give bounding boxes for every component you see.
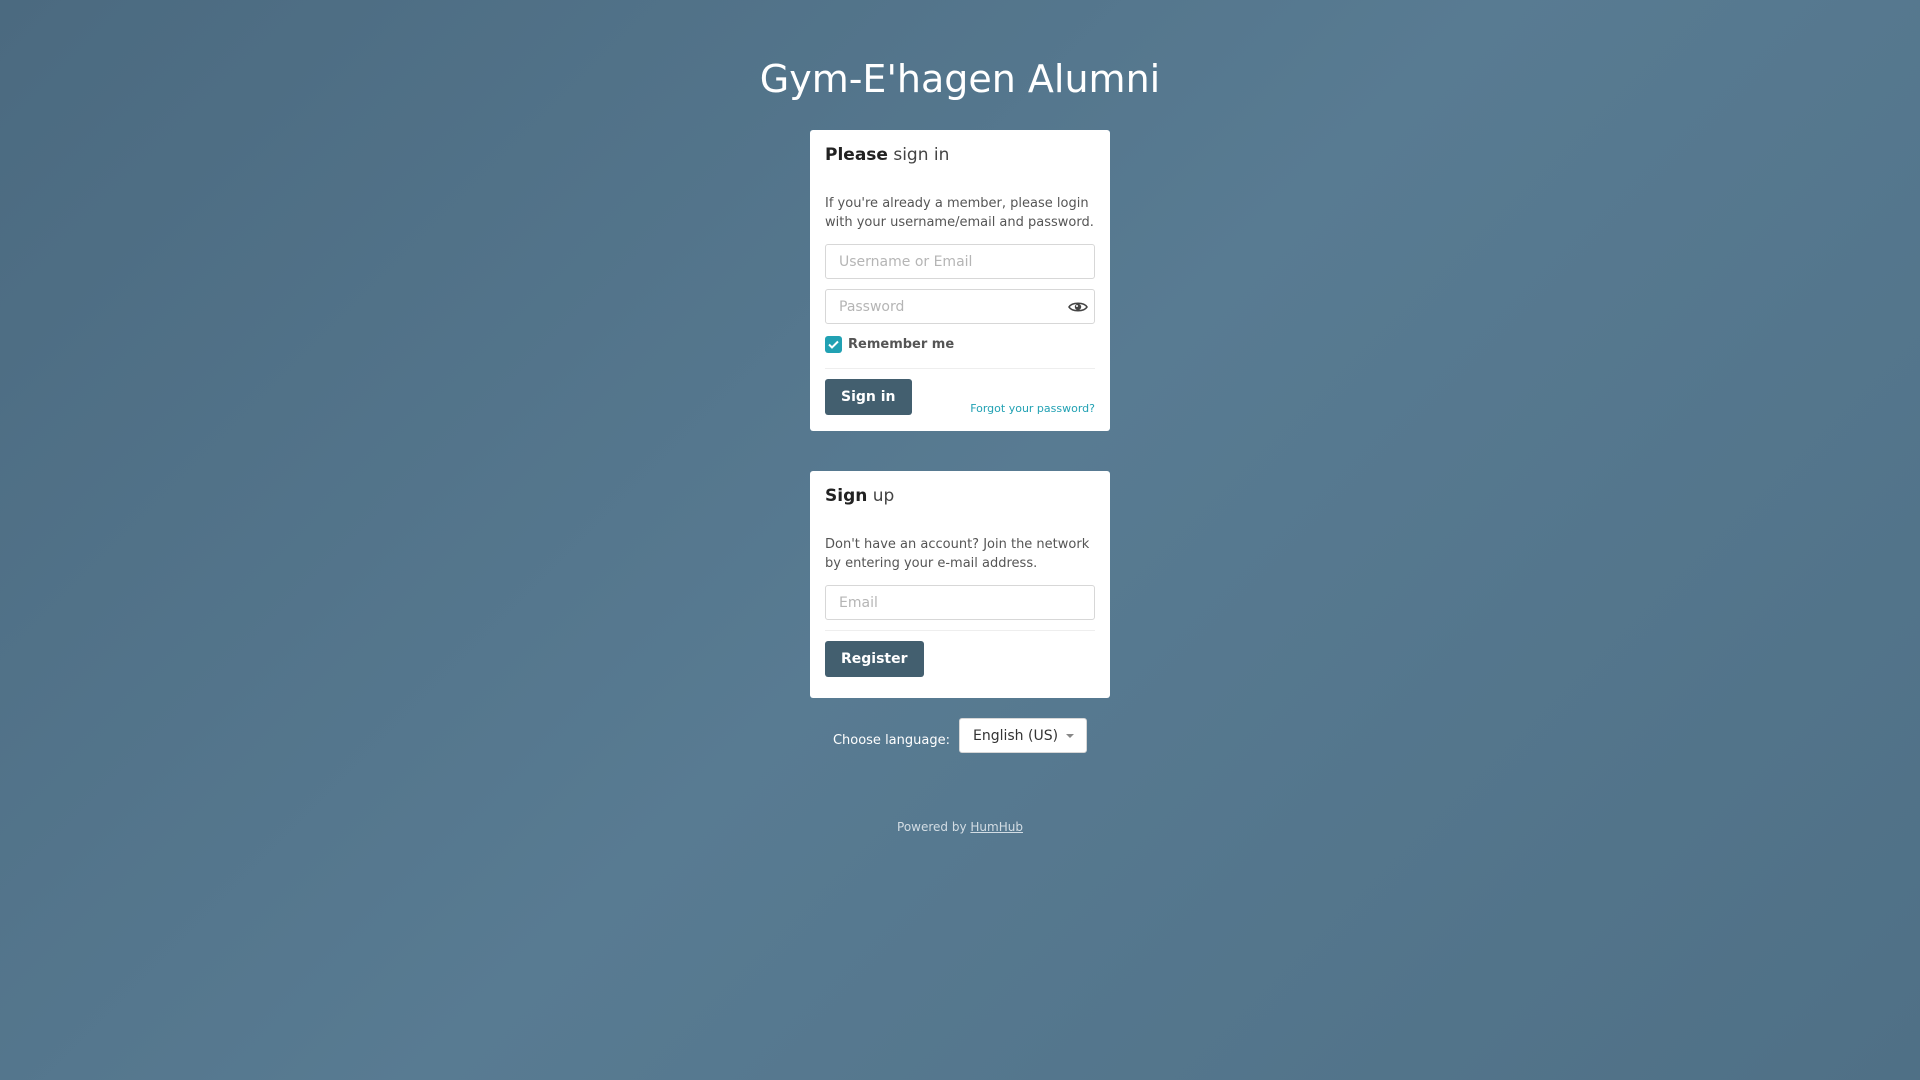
- signin-panel: Please sign in If you're already a membe…: [810, 130, 1110, 431]
- sign-in-button[interactable]: Sign in: [825, 379, 912, 415]
- language-selected: English (US): [972, 727, 1059, 744]
- signup-email-field[interactable]: [825, 585, 1095, 620]
- signup-email-input[interactable]: [826, 586, 1094, 619]
- powered-prefix: Powered by: [897, 820, 967, 834]
- signin-description: If you're already a member, please login…: [825, 196, 1094, 230]
- language-select[interactable]: English (US): [958, 718, 1088, 753]
- checkmark-icon: [828, 340, 839, 349]
- language-row: Choose language: English (US): [0, 718, 1920, 753]
- signin-divider: [825, 368, 1095, 369]
- signin-heading-bold: Please: [825, 145, 888, 165]
- powered-by: Powered by HumHub: [0, 820, 1920, 834]
- language-label: Choose language:: [832, 733, 950, 748]
- site-title: Gym-E'hagen Alumni: [759, 57, 1161, 101]
- remember-me[interactable]: Remember me: [825, 334, 1095, 354]
- eye-icon[interactable]: [1068, 299, 1088, 313]
- humhub-link[interactable]: HumHub: [970, 820, 1023, 834]
- signup-heading-bold: Sign: [825, 486, 868, 506]
- remember-label: Remember me: [848, 336, 955, 352]
- register-button[interactable]: Register: [825, 641, 924, 677]
- username-input[interactable]: [826, 245, 1094, 278]
- remember-checkbox[interactable]: [825, 335, 842, 353]
- password-input[interactable]: [826, 290, 1094, 323]
- username-field[interactable]: [825, 244, 1095, 279]
- signup-heading: Sign up: [825, 471, 1095, 521]
- password-field[interactable]: [825, 289, 1095, 324]
- forgot-password-link[interactable]: Forgot your password?: [970, 402, 1095, 415]
- signup-panel: Sign up Don't have an account? Join the …: [810, 471, 1110, 698]
- signup-divider: [825, 630, 1095, 631]
- signup-description: Don't have an account? Join the network …: [825, 537, 1090, 571]
- chevron-down-icon: [1066, 733, 1075, 738]
- signup-heading-light: up: [872, 486, 895, 506]
- signin-heading: Please sign in: [825, 130, 1095, 180]
- signin-heading-light: sign in: [893, 145, 950, 165]
- signin-actions: Sign in Forgot your password?: [825, 379, 1095, 415]
